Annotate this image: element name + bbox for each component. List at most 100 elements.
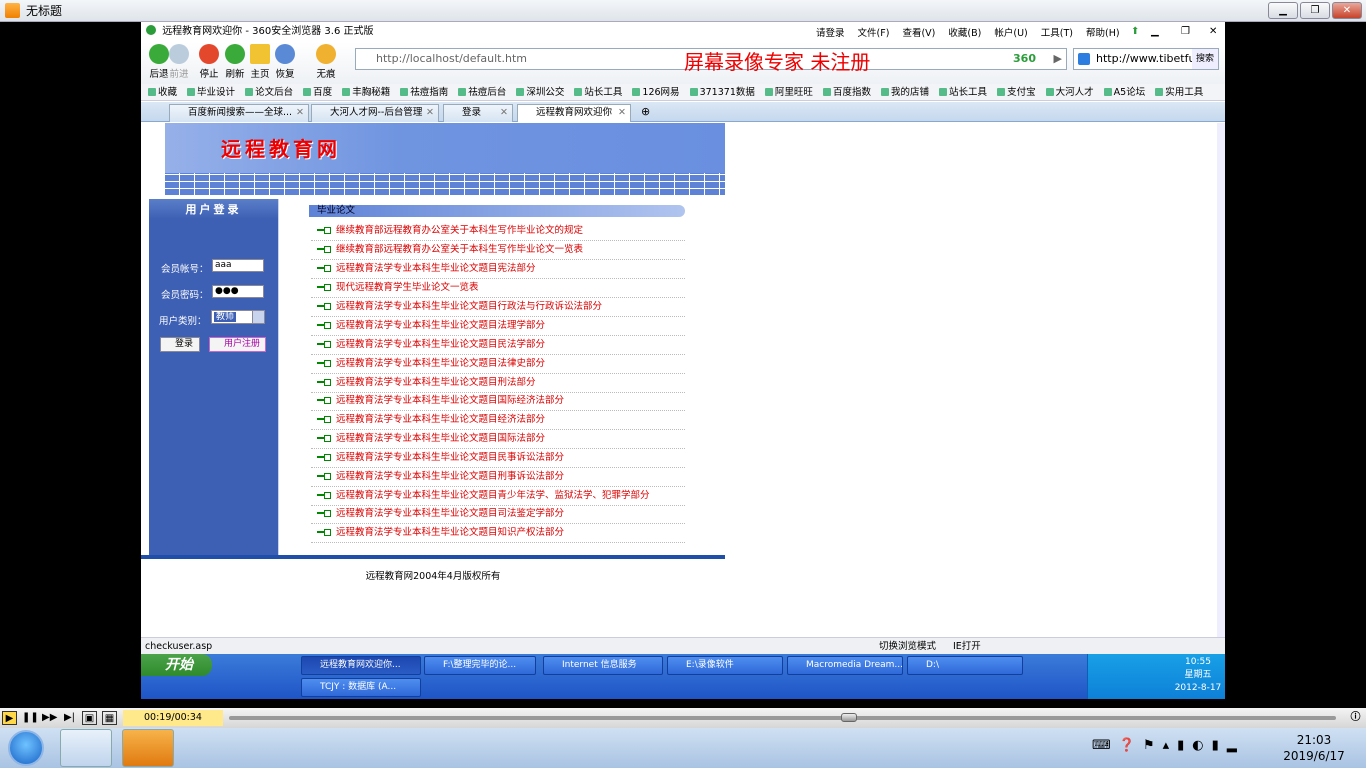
fav-item[interactable]: 百度指数: [823, 84, 871, 100]
restore-button[interactable]: 恢复: [267, 44, 303, 80]
article-link[interactable]: 远程教育法学专业本科生毕业论文题目宪法部分: [311, 260, 685, 279]
fav-item[interactable]: A5论坛: [1104, 84, 1146, 100]
tab-login[interactable]: 登录 ✕: [443, 104, 513, 122]
user-type-value: 教师: [214, 312, 237, 322]
tab-close-icon[interactable]: ✕: [426, 105, 434, 121]
fav-item[interactable]: 收藏: [148, 84, 177, 100]
seek-handle[interactable]: [840, 713, 857, 722]
browser-minimize-button[interactable]: ▁: [1151, 22, 1159, 42]
recorder-app-icon[interactable]: [122, 729, 174, 767]
register-button[interactable]: 用户注册: [209, 337, 266, 352]
menu-help[interactable]: 帮助(H): [1086, 28, 1120, 39]
maximize-button[interactable]: ❐: [1300, 2, 1330, 19]
seek-bar[interactable]: [229, 716, 1336, 720]
password-input[interactable]: ●●●: [212, 285, 264, 298]
step-icon[interactable]: ▶|: [62, 711, 77, 725]
new-tab-icon[interactable]: ⊕: [641, 105, 650, 118]
menu-account[interactable]: 帐户(U): [994, 28, 1027, 39]
undo-icon: [275, 44, 295, 64]
fit-icon[interactable]: ▦: [102, 711, 117, 725]
tab-close-icon[interactable]: ✕: [618, 105, 626, 121]
menu-view[interactable]: 查看(V): [902, 28, 935, 39]
article-link[interactable]: 远程教育法学专业本科生毕业论文题目行政法与行政诉讼法部分: [311, 298, 685, 317]
pin-icon[interactable]: ⬆: [1131, 22, 1139, 42]
incognito-button[interactable]: 无痕: [308, 44, 344, 80]
article-link[interactable]: 继续教育部远程教育办公室关于本科生写作毕业论文一览表: [311, 241, 685, 260]
browser-close-button[interactable]: ✕: [1209, 22, 1217, 42]
tab-close-icon[interactable]: ✕: [296, 105, 304, 121]
fav-item[interactable]: 126网易: [632, 84, 679, 100]
fav-item[interactable]: 论文后台: [245, 84, 293, 100]
task-item[interactable]: TCJY : 数据库 (A...: [301, 678, 421, 697]
switch-mode-button[interactable]: 切换浏览模式: [879, 638, 936, 655]
article-link[interactable]: 远程教育法学专业本科生毕业论文题目司法鉴定学部分: [311, 505, 685, 524]
menu-file[interactable]: 文件(F): [858, 28, 890, 39]
article-link[interactable]: 远程教育法学专业本科生毕业论文题目知识产权法部分: [311, 524, 685, 543]
search-button[interactable]: 搜索: [1192, 49, 1218, 69]
close-button[interactable]: ✕: [1332, 2, 1362, 19]
ie-open-button[interactable]: IE打开: [953, 638, 981, 655]
player-title: 无标题: [26, 4, 63, 18]
fav-item[interactable]: 站长工具: [574, 84, 622, 100]
task-item[interactable]: E:\录像软件: [667, 656, 783, 675]
fav-item[interactable]: 祛痘指南: [400, 84, 448, 100]
fav-item[interactable]: 大河人才: [1046, 84, 1094, 100]
play-icon[interactable]: ▶: [2, 711, 17, 725]
task-item[interactable]: F:\整理完毕的论...: [424, 656, 536, 675]
fav-item[interactable]: 371371数据: [690, 84, 755, 100]
browser-status-bar: checkuser.asp 切换浏览模式 IE打开: [141, 637, 1225, 654]
go-arrow-icon[interactable]: ▶: [1054, 49, 1062, 69]
info-icon[interactable]: ⓘ: [1348, 711, 1363, 725]
fav-item[interactable]: 深圳公交: [516, 84, 564, 100]
windows-clock[interactable]: 21:03 2019/6/17: [1278, 732, 1350, 764]
task-item[interactable]: Internet 信息服务: [543, 656, 663, 675]
fav-item[interactable]: 祛痘后台: [458, 84, 506, 100]
windows-start-orb[interactable]: [8, 730, 44, 766]
task-item[interactable]: D:\: [907, 656, 1023, 675]
tab-baidu-news[interactable]: 百度新闻搜索——全球... ✕: [169, 104, 309, 122]
fast-forward-icon[interactable]: ▶▶: [42, 711, 57, 725]
explorer-icon[interactable]: [60, 729, 112, 767]
menu-favorites[interactable]: 收藏(B): [948, 28, 981, 39]
username-input[interactable]: aaa: [212, 259, 264, 272]
fav-item[interactable]: 阿里旺旺: [765, 84, 813, 100]
article-link[interactable]: 远程教育法学专业本科生毕业论文题目民事诉讼法部分: [311, 449, 685, 468]
task-item[interactable]: Macromedia Dream...: [787, 656, 903, 675]
minimize-button[interactable]: ▁: [1268, 2, 1298, 19]
article-link[interactable]: 远程教育法学专业本科生毕业论文题目国际法部分: [311, 430, 685, 449]
article-link[interactable]: 继续教育部远程教育办公室关于本科生写作毕业论文的规定: [311, 222, 685, 241]
article-link[interactable]: 远程教育法学专业本科生毕业论文题目刑法部分: [311, 374, 685, 393]
tab-close-icon[interactable]: ✕: [500, 105, 508, 121]
fav-item[interactable]: 百度: [303, 84, 332, 100]
article-link[interactable]: 远程教育法学专业本科生毕业论文题目经济法部分: [311, 411, 685, 430]
article-link[interactable]: 远程教育法学专业本科生毕业论文题目法理学部分: [311, 317, 685, 336]
article-link[interactable]: 远程教育法学专业本科生毕业论文题目刑事诉讼法部分: [311, 468, 685, 487]
article-link[interactable]: 远程教育法学专业本科生毕业论文题目法律史部分: [311, 355, 685, 374]
fav-item[interactable]: 支付宝: [997, 84, 1036, 100]
tab-remote-education[interactable]: 远程教育网欢迎你 ✕: [517, 104, 631, 122]
menu-login[interactable]: 请登录: [816, 28, 845, 39]
menu-tools[interactable]: 工具(T): [1041, 28, 1073, 39]
start-button[interactable]: 开始: [141, 654, 212, 676]
fullscreen-icon[interactable]: ▣: [82, 711, 97, 725]
tray-icons[interactable]: ⌨❓⚑▴▮◐▮▂: [1092, 738, 1245, 753]
pause-icon[interactable]: ❚❚: [22, 711, 39, 725]
browser-title: 远程教育网欢迎你 - 360安全浏览器 3.6 正式版: [162, 26, 374, 37]
fav-item[interactable]: 毕业设计: [187, 84, 235, 100]
fav-item[interactable]: 站长工具: [939, 84, 987, 100]
fav-item[interactable]: 我的店铺: [881, 84, 929, 100]
search-box[interactable]: http://www.tibetfuh 搜索: [1073, 48, 1219, 70]
article-link[interactable]: 现代远程教育学生毕业论文一览表: [311, 279, 685, 298]
article-link[interactable]: 远程教育法学专业本科生毕业论文题目国际经济法部分: [311, 392, 685, 411]
page-scrollbar[interactable]: [1217, 123, 1225, 637]
tab-dahe-admin[interactable]: 大河人才网--后台管理 ✕: [311, 104, 439, 122]
user-type-select[interactable]: 教师: [211, 310, 265, 324]
site-banner: 远程教育网: [141, 123, 725, 195]
task-item[interactable]: 远程教育网欢迎你...: [301, 656, 421, 675]
article-link[interactable]: 远程教育法学专业本科生毕业论文题目民法学部分: [311, 336, 685, 355]
browser-restore-button[interactable]: ❐: [1181, 22, 1190, 42]
fav-item[interactable]: 丰胸秘籍: [342, 84, 390, 100]
login-button[interactable]: 登录: [160, 337, 200, 352]
article-link[interactable]: 远程教育法学专业本科生毕业论文题目青少年法学、监狱法学、犯罪学部分: [311, 487, 685, 506]
fav-item[interactable]: 实用工具: [1155, 84, 1203, 100]
